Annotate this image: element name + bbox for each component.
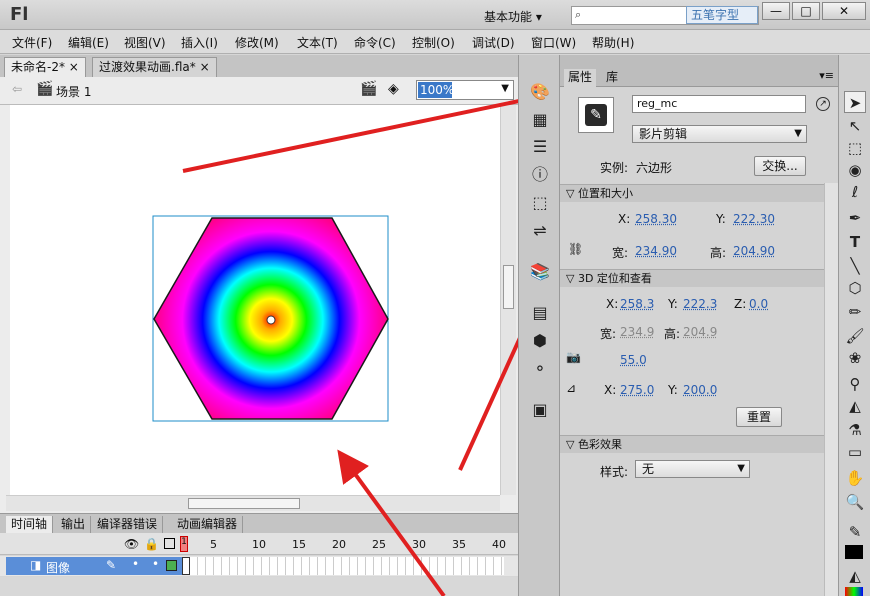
text-tool-icon[interactable]: T — [844, 231, 866, 253]
x-value[interactable]: 258.30 — [635, 212, 677, 226]
section-title: 色彩效果 — [577, 438, 622, 451]
vanishing-point-icon: ⊿ — [566, 381, 577, 395]
x-label: X: — [618, 212, 631, 226]
lasso-tool-icon[interactable]: ℓ — [844, 181, 866, 203]
3d-width-value: 234.9 — [620, 325, 655, 339]
movieclip-icon: ✎ — [585, 104, 607, 126]
annotation-arrow — [182, 84, 556, 173]
chevron-down-icon: ▼ — [794, 128, 802, 139]
3d-rotation-tool-icon[interactable]: ◉ — [844, 159, 866, 181]
color-style-select[interactable]: 无 ▼ — [635, 460, 750, 478]
3d-z-label: Z: — [734, 297, 747, 311]
eraser-tool-icon[interactable]: ▭ — [844, 441, 866, 463]
free-transform-tool-icon[interactable]: ⬚ — [844, 137, 866, 159]
swap-button[interactable]: 交换... — [754, 156, 806, 176]
constrain-link-icon[interactable]: ⛓ — [568, 242, 583, 256]
tools-panel: ➤ ↖ ⬚ ◉ ℓ ✒ T ╲ ⬡ ✏ 🖌 ❀ ⚲ ◭ ⚗ ▭ ✋ 🔍 ✎ ◭ — [838, 55, 870, 596]
pencil-tool-icon[interactable]: ✏ — [844, 301, 866, 323]
reset-button[interactable]: 重置 — [736, 407, 782, 427]
instance-name-input[interactable]: reg_mc — [632, 95, 806, 113]
project-icon[interactable]: ⚬ — [530, 359, 550, 379]
deco-tool-icon[interactable]: ❀ — [844, 347, 866, 369]
section-position-size[interactable]: ▽ 位置和大小 — [560, 184, 838, 202]
motion-presets-icon[interactable]: ⬢ — [530, 331, 550, 351]
fill-color-swatch[interactable] — [845, 587, 863, 596]
vanish-y-label: Y: — [668, 383, 678, 397]
3d-x-label: X: — [606, 297, 619, 311]
selection-tool-icon[interactable]: ➤ — [844, 91, 866, 113]
3d-width-label: 宽: — [600, 327, 617, 341]
scene-panel-icon[interactable]: ▣ — [530, 400, 550, 420]
code-snippets-icon[interactable]: ⇌ — [530, 221, 550, 241]
chevron-down-icon: ▽ — [566, 187, 578, 200]
chevron-down-icon: ▽ — [566, 438, 578, 451]
instance-of-label: 实例: — [600, 161, 629, 175]
3d-height-label: 高: — [664, 327, 681, 341]
link-arrow-icon[interactable]: ↗ — [816, 97, 830, 111]
section-3d-position[interactable]: ▽ 3D 定位和查看 — [560, 269, 838, 287]
section-title: 位置和大小 — [577, 187, 633, 200]
bone-tool-icon[interactable]: ⚲ — [844, 373, 866, 395]
chevron-down-icon: ▽ — [566, 272, 578, 285]
brush-tool-icon[interactable]: 🖌 — [844, 325, 866, 347]
3d-z-value[interactable]: 0.0 — [749, 297, 768, 311]
symbol-type-select[interactable]: 影片剪辑 ▼ — [632, 125, 807, 143]
vanish-x-label: X: — [604, 383, 617, 397]
3d-x-value[interactable]: 258.3 — [620, 297, 654, 311]
vanish-y-value[interactable]: 200.0 — [683, 383, 717, 397]
properties-scrollbar[interactable] — [824, 183, 838, 596]
perspective-angle-value[interactable]: 55.0 — [620, 353, 647, 367]
subselection-tool-icon[interactable]: ↖ — [844, 115, 866, 137]
align-icon[interactable]: ☰ — [530, 137, 550, 157]
camera-icon: 📷 — [566, 350, 581, 364]
panel-icon-strip: 🎨 ▦ ☰ ⓘ ⬚ ⇌ 📚 ▤ ⬢ ⚬ ▣ — [518, 55, 560, 596]
properties-tabs: 属性 库 ▾≡ — [560, 55, 838, 87]
info-icon[interactable]: ⓘ — [530, 165, 550, 185]
section-color-effect[interactable]: ▽ 色彩效果 — [560, 435, 838, 453]
3d-height-value: 204.9 — [683, 325, 718, 339]
height-value[interactable]: 204.90 — [733, 244, 775, 258]
transform-icon[interactable]: ⬚ — [530, 193, 550, 213]
3d-y-value[interactable]: 222.3 — [683, 297, 717, 311]
width-value[interactable]: 234.90 — [635, 244, 677, 258]
panel-menu-icon[interactable]: ▾≡ — [819, 69, 834, 82]
y-value[interactable]: 222.30 — [733, 212, 775, 226]
line-tool-icon[interactable]: ╲ — [844, 255, 866, 277]
section-title: 3D 定位和查看 — [577, 272, 652, 285]
stroke-color-icon[interactable]: ✎ — [844, 521, 866, 543]
zoom-tool-icon[interactable]: 🔍 — [844, 491, 866, 513]
instance-of-value: 六边形 — [636, 161, 673, 175]
library-icon[interactable]: 📚 — [530, 262, 550, 282]
swatches-icon[interactable]: ▦ — [530, 110, 550, 130]
3d-y-label: Y: — [668, 297, 678, 311]
height-label: 高: — [710, 246, 727, 260]
polygon-tool-icon[interactable]: ⬡ — [844, 277, 866, 299]
hand-tool-icon[interactable]: ✋ — [844, 467, 866, 489]
stroke-color-swatch[interactable] — [845, 545, 863, 559]
annotation-arrow — [337, 449, 446, 596]
width-label: 宽: — [612, 246, 629, 260]
chevron-down-icon: ▼ — [737, 463, 745, 474]
color-panel-icon[interactable]: 🎨 — [530, 82, 550, 102]
eyedropper-tool-icon[interactable]: ⚗ — [844, 419, 866, 441]
style-label: 样式: — [600, 465, 629, 479]
tab-properties[interactable]: 属性 — [564, 69, 597, 87]
color-style-value: 无 — [642, 462, 655, 476]
paint-bucket-tool-icon[interactable]: ◭ — [844, 395, 866, 417]
tab-library[interactable]: 库 — [602, 69, 622, 87]
symbol-type-value: 影片剪辑 — [639, 127, 688, 141]
pen-tool-icon[interactable]: ✒ — [844, 207, 866, 229]
y-label: Y: — [716, 212, 726, 226]
fill-color-icon[interactable]: ◭ — [844, 565, 866, 587]
symbol-type-icon: ✎ — [578, 97, 614, 133]
vanish-x-value[interactable]: 275.0 — [620, 383, 654, 397]
components-icon[interactable]: ▤ — [530, 303, 550, 323]
